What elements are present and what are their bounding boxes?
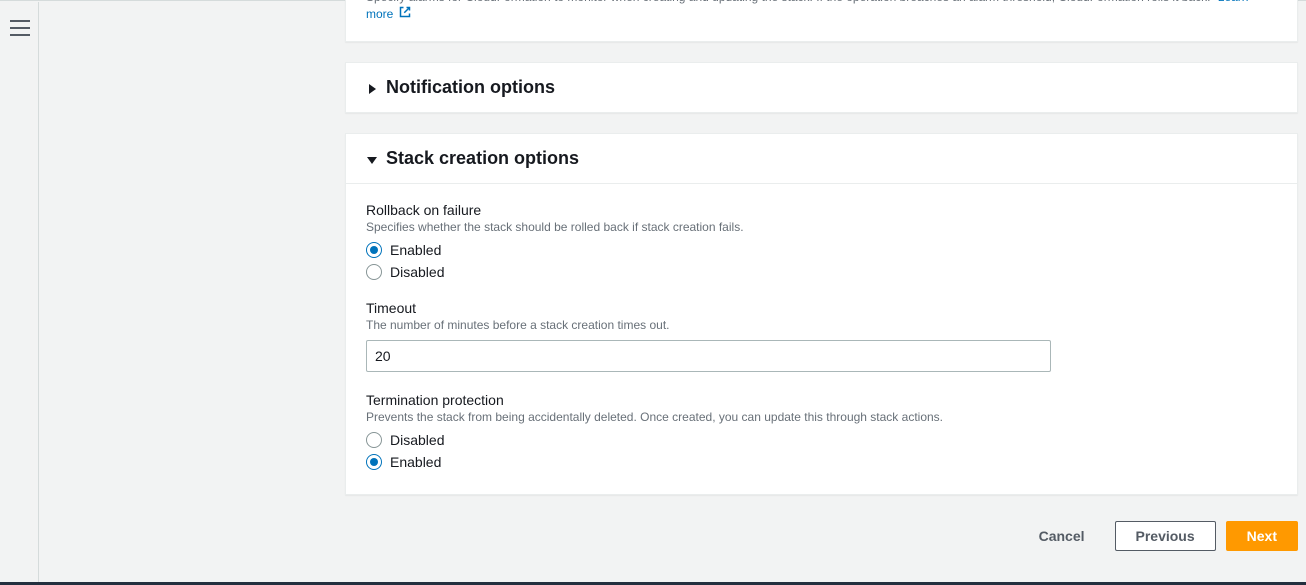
alarm-panel: Specify alarms for CloudFormation to mon… — [345, 0, 1298, 42]
external-link-icon — [399, 6, 411, 23]
timeout-desc: The number of minutes before a stack cre… — [366, 318, 1277, 332]
termination-enabled-radio[interactable]: Enabled — [366, 454, 1277, 470]
footer-actions: Cancel Previous Next — [345, 515, 1298, 563]
termination-field: Termination protection Prevents the stac… — [366, 392, 1277, 470]
notification-panel: Notification options — [345, 62, 1298, 113]
termination-disabled-label: Disabled — [390, 432, 444, 448]
rollback-enabled-label: Enabled — [390, 242, 441, 258]
radio-unchecked-icon — [366, 264, 382, 280]
main-content: Specify alarms for CloudFormation to mon… — [345, 0, 1298, 585]
notification-header[interactable]: Notification options — [346, 63, 1297, 112]
stack-creation-body: Rollback on failure Specifies whether th… — [346, 183, 1297, 494]
caret-down-icon — [366, 153, 378, 165]
stack-creation-header[interactable]: Stack creation options — [346, 134, 1297, 183]
rollback-desc: Specifies whether the stack should be ro… — [366, 220, 1277, 234]
termination-desc: Prevents the stack from being accidental… — [366, 410, 1277, 424]
caret-right-icon — [366, 82, 378, 94]
cancel-button[interactable]: Cancel — [1019, 522, 1105, 550]
rollback-field: Rollback on failure Specifies whether th… — [366, 202, 1277, 280]
stack-creation-title: Stack creation options — [386, 148, 579, 169]
notification-title: Notification options — [386, 77, 555, 98]
alarm-desc-text: Specify alarms for CloudFormation to mon… — [366, 0, 1210, 4]
radio-checked-icon — [366, 242, 382, 258]
termination-disabled-radio[interactable]: Disabled — [366, 432, 1277, 448]
rollback-enabled-radio[interactable]: Enabled — [366, 242, 1277, 258]
stack-creation-panel: Stack creation options Rollback on failu… — [345, 133, 1298, 495]
left-divider — [38, 2, 39, 585]
termination-label: Termination protection — [366, 392, 1277, 408]
hamburger-icon — [10, 20, 30, 36]
next-button[interactable]: Next — [1226, 521, 1298, 551]
rollback-disabled-radio[interactable]: Disabled — [366, 264, 1277, 280]
radio-unchecked-icon — [366, 432, 382, 448]
termination-enabled-label: Enabled — [390, 454, 441, 470]
timeout-field: Timeout The number of minutes before a s… — [366, 300, 1277, 372]
previous-button[interactable]: Previous — [1115, 521, 1216, 551]
timeout-input[interactable] — [366, 340, 1051, 372]
radio-checked-icon — [366, 454, 382, 470]
rollback-label: Rollback on failure — [366, 202, 1277, 218]
timeout-label: Timeout — [366, 300, 1277, 316]
hamburger-menu-button[interactable] — [10, 20, 30, 36]
rollback-disabled-label: Disabled — [390, 264, 444, 280]
alarm-description: Specify alarms for CloudFormation to mon… — [366, 0, 1277, 23]
